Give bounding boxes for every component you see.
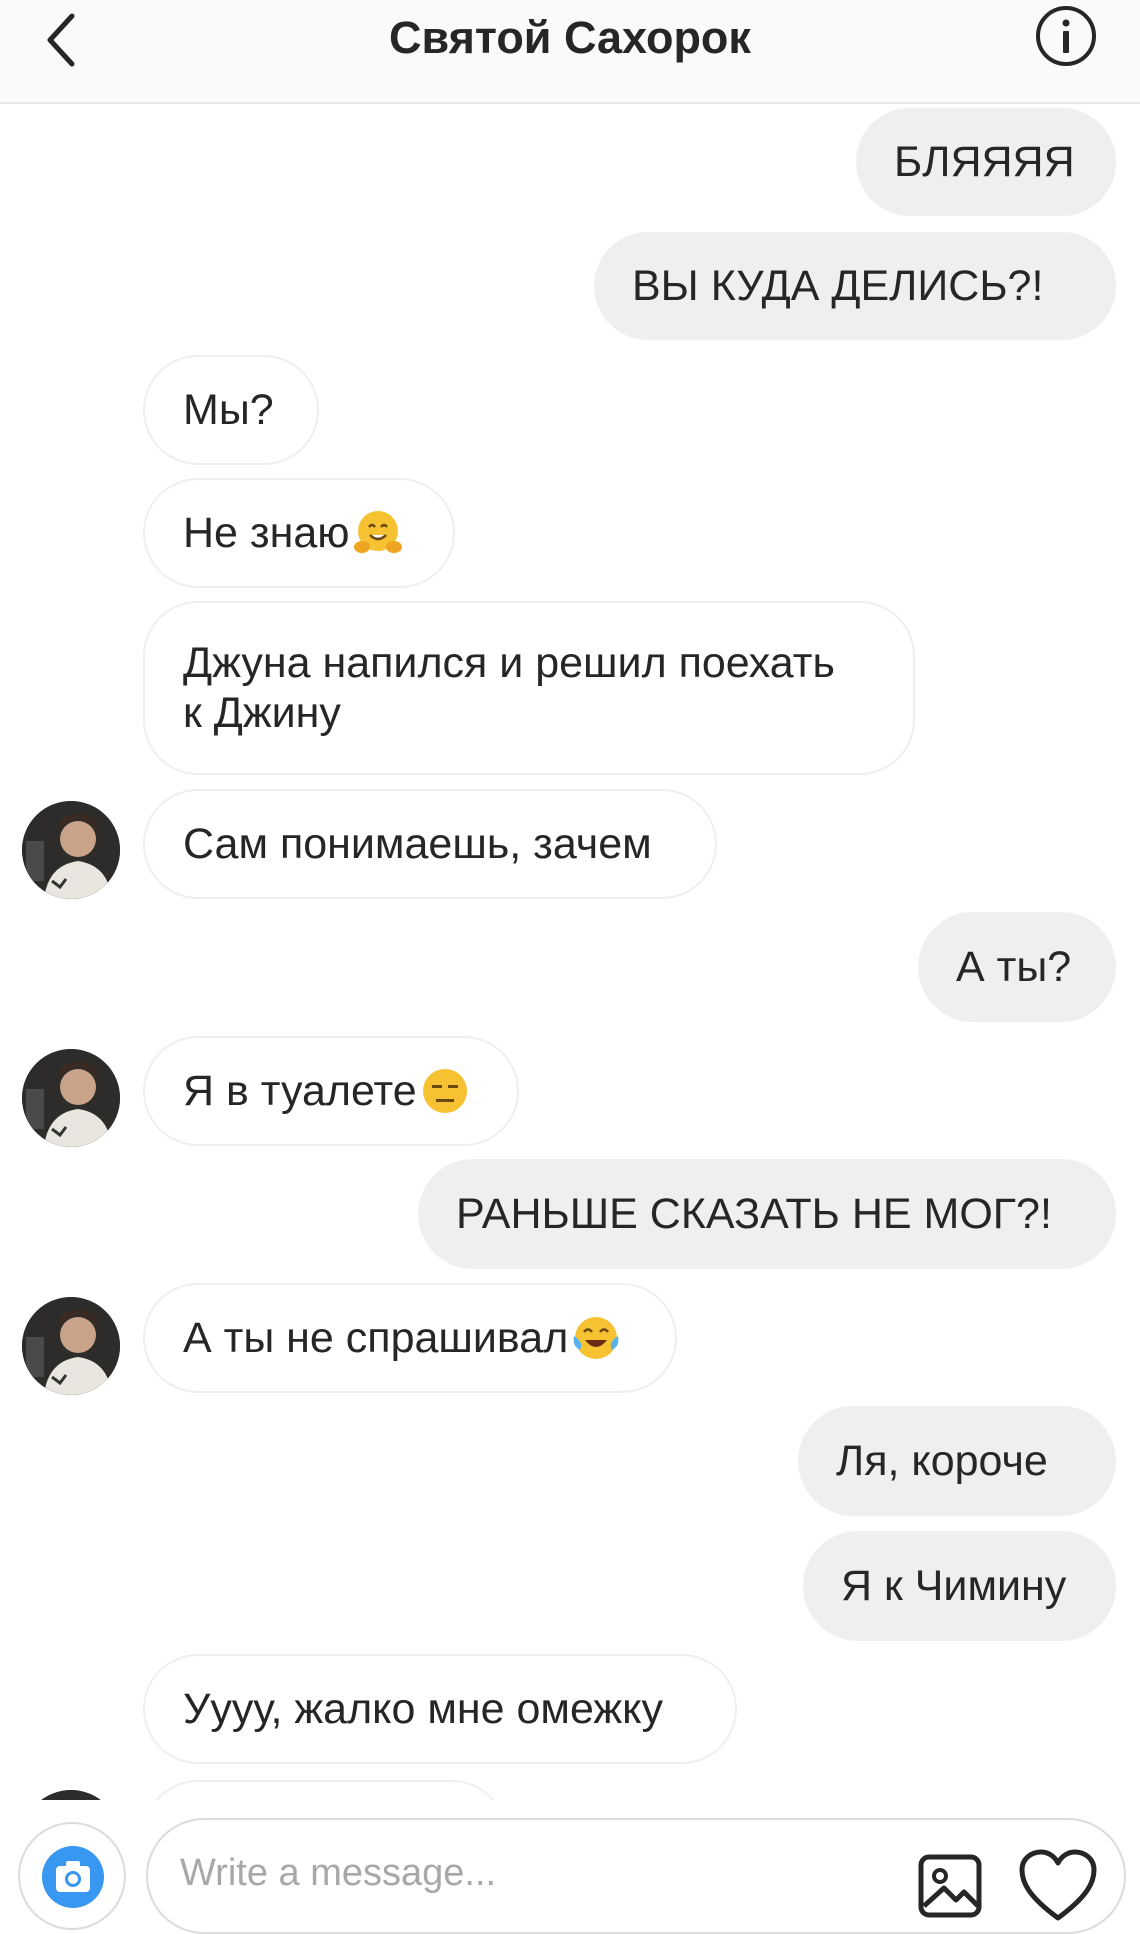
hugging-face-emoji	[353, 511, 402, 553]
message-bubble-outgoing: РАНЬШЕ СКАЗАТЬ НЕ МОГ?!	[418, 1159, 1116, 1269]
message-text: Не знаю	[183, 509, 350, 557]
chat-header: Святой Сахорок	[0, 0, 1140, 104]
message-bubble-incoming	[143, 1780, 507, 1800]
message-bubble-incoming: Джуна напился и решил поехать к Джину	[143, 601, 915, 775]
message-list[interactable]: БЛЯЯЯЯ ВЫ КУДА ДЕЛИСЬ?! Мы? Не знаю Джун…	[0, 104, 1140, 1800]
message-text: Уууу, жалко мне омежку	[183, 1685, 663, 1733]
message-text: А ты?	[956, 943, 1072, 991]
camera-button[interactable]	[18, 1822, 126, 1930]
heart-icon[interactable]	[1018, 1848, 1098, 1924]
message-text: А ты не спрашивал	[183, 1314, 569, 1362]
message-bubble-incoming: Не знаю	[143, 478, 455, 588]
avatar[interactable]	[22, 801, 120, 899]
message-text: Ля, короче	[836, 1437, 1048, 1485]
message-text: БЛЯЯЯЯ	[894, 138, 1075, 186]
message-bubble-outgoing: Ля, короче	[798, 1406, 1116, 1516]
message-text: Я к Чимину	[841, 1562, 1067, 1610]
message-bubble-incoming: Мы?	[143, 355, 319, 465]
message-bubble-incoming: Я в туалете	[143, 1036, 519, 1146]
message-bubble-incoming: Сам понимаешь, зачем	[143, 789, 717, 899]
message-text: Я в туалете	[183, 1067, 417, 1115]
message-input[interactable]: Write a message...	[146, 1818, 1126, 1934]
expressionless-face-emoji	[422, 1069, 467, 1113]
message-composer: Write a message...	[0, 1800, 1140, 1934]
message-text: ВЫ КУДА ДЕЛИСЬ?!	[632, 262, 1044, 310]
message-bubble-outgoing: ВЫ КУДА ДЕЛИСЬ?!	[594, 232, 1116, 340]
message-text: РАНЬШЕ СКАЗАТЬ НЕ МОГ?!	[456, 1190, 1052, 1238]
message-bubble-incoming: А ты не спрашивал	[143, 1283, 677, 1393]
camera-icon	[42, 1846, 104, 1908]
info-icon[interactable]	[1032, 2, 1100, 70]
message-input-placeholder: Write a message...	[180, 1852, 497, 1894]
avatar[interactable]	[22, 1790, 120, 1800]
message-bubble-outgoing: Я к Чимину	[803, 1531, 1116, 1641]
message-bubble-incoming: Уууу, жалко мне омежку	[143, 1654, 737, 1764]
message-bubble-outgoing: БЛЯЯЯЯ	[856, 108, 1116, 216]
image-icon[interactable]	[916, 1852, 984, 1920]
message-text: Джуна напился и решил поехать к Джину	[183, 639, 835, 737]
chat-title: Святой Сахорок	[389, 12, 751, 63]
tears-of-joy-emoji	[573, 1317, 619, 1359]
message-bubble-outgoing: А ты?	[918, 912, 1116, 1022]
message-text: Сам понимаешь, зачем	[183, 820, 652, 868]
avatar[interactable]	[22, 1049, 120, 1147]
message-text: Мы?	[183, 386, 274, 434]
avatar[interactable]	[22, 1297, 120, 1395]
